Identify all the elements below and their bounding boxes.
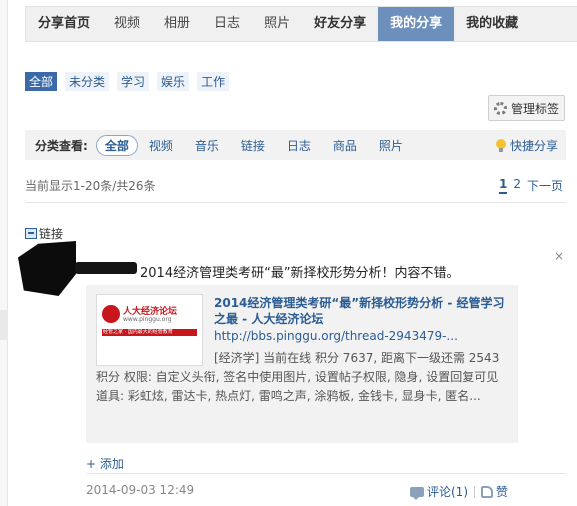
pagination: 1 2 下一页 bbox=[499, 177, 563, 194]
site-logo-icon bbox=[102, 305, 120, 323]
category-photo[interactable]: 照片 bbox=[368, 137, 414, 154]
left-sidebar-marker bbox=[0, 310, 8, 340]
manage-tags-button[interactable]: 管理标签 bbox=[488, 95, 565, 121]
category-product[interactable]: 商品 bbox=[322, 137, 368, 154]
tag-filters: 全部 未分类 学习 娱乐 工作 bbox=[25, 72, 230, 91]
item-actions: 评论(1) 赞 bbox=[410, 483, 508, 500]
page-1-link[interactable]: 1 bbox=[499, 177, 508, 194]
manage-tags-label: 管理标签 bbox=[510, 101, 559, 116]
top-navigation: 分享首页 视频 相册 日志 照片 好友分享 我的分享 我的收藏 bbox=[25, 6, 577, 42]
tab-friend-shares[interactable]: 好友分享 bbox=[302, 7, 378, 41]
category-video[interactable]: 视频 bbox=[138, 137, 184, 154]
tab-my-favorites[interactable]: 我的收藏 bbox=[454, 7, 530, 41]
like-label: 赞 bbox=[496, 485, 509, 499]
category-blog[interactable]: 日志 bbox=[276, 137, 322, 154]
result-count: 当前显示1-20条/共26条 bbox=[25, 179, 156, 193]
gear-icon bbox=[493, 101, 507, 115]
category-bar-label: 分类查看: bbox=[35, 138, 88, 153]
quick-share-button[interactable]: 快捷分享 bbox=[495, 137, 558, 154]
link-preview-card: 人大经济论坛 www.pinggu.org 经管之家 · 国内最大的经管教育 2… bbox=[86, 285, 518, 443]
tab-my-shares[interactable]: 我的分享 bbox=[378, 7, 455, 41]
category-music[interactable]: 音乐 bbox=[184, 137, 230, 154]
lightbulb-icon bbox=[495, 139, 506, 152]
add-button[interactable]: + 添加 bbox=[86, 455, 124, 472]
action-separator bbox=[474, 485, 475, 498]
share-type-label: 链接 bbox=[25, 225, 63, 242]
tab-share-home[interactable]: 分享首页 bbox=[26, 7, 102, 41]
link-icon bbox=[25, 228, 37, 239]
thumbs-up-icon bbox=[481, 485, 493, 498]
link-description-text: [经济学] 当前在线 积分 7637, 距离下一级还需 2543 积分 权限: … bbox=[96, 351, 500, 403]
share-comment-text: 2014经济管理类考研“最”新择校形势分析！内容不错。 bbox=[140, 266, 460, 281]
filter-all[interactable]: 全部 bbox=[25, 72, 58, 91]
quick-share-label: 快捷分享 bbox=[509, 139, 558, 153]
like-button[interactable]: 赞 bbox=[481, 483, 508, 500]
left-sidebar-strip bbox=[0, 0, 8, 506]
close-icon[interactable]: × bbox=[554, 249, 564, 263]
category-bar: 分类查看: 全部 视频 音乐 链接 日志 商品 照片 快捷分享 bbox=[25, 130, 566, 160]
filter-study[interactable]: 学习 bbox=[117, 72, 150, 91]
comment-button[interactable]: 评论(1) bbox=[410, 483, 468, 500]
link-title[interactable]: 2014经济管理类考研“最”新择校形势分析 - 经管学习之最 - 人大经济论坛 bbox=[214, 295, 510, 327]
link-url[interactable]: http://bbs.pinggu.org/thread-2943479-... bbox=[214, 329, 458, 343]
filter-work[interactable]: 工作 bbox=[197, 72, 230, 91]
timestamp: 2014-09-03 12:49 bbox=[86, 483, 195, 497]
tab-album[interactable]: 相册 bbox=[152, 7, 202, 41]
comment-label: 评论(1) bbox=[427, 485, 468, 499]
next-page-link[interactable]: 下一页 bbox=[527, 177, 563, 194]
tab-video[interactable]: 视频 bbox=[102, 7, 152, 41]
link-description: [经济学] 当前在线 积分 7637, 距离下一级还需 2543 积分 权限: … bbox=[96, 349, 510, 406]
footer-divider bbox=[86, 473, 566, 474]
comment-icon bbox=[410, 486, 424, 500]
page-2-link[interactable]: 2 bbox=[513, 177, 521, 194]
category-all[interactable]: 全部 bbox=[95, 134, 138, 156]
user-name-redacted[interactable] bbox=[75, 262, 137, 274]
site-logo-slogan: 经管之家 · 国内最大的经管教育 bbox=[103, 329, 173, 335]
divider bbox=[25, 202, 566, 203]
filter-entertainment[interactable]: 娱乐 bbox=[157, 72, 190, 91]
share-type-text: 链接 bbox=[39, 227, 64, 241]
category-link[interactable]: 链接 bbox=[230, 137, 276, 154]
tab-photo[interactable]: 照片 bbox=[252, 7, 302, 41]
site-logo-url: www.pinggu.org bbox=[123, 316, 172, 323]
tab-blog[interactable]: 日志 bbox=[202, 7, 252, 41]
avatar[interactable] bbox=[18, 241, 76, 296]
filter-uncategorized[interactable]: 未分类 bbox=[65, 72, 110, 91]
